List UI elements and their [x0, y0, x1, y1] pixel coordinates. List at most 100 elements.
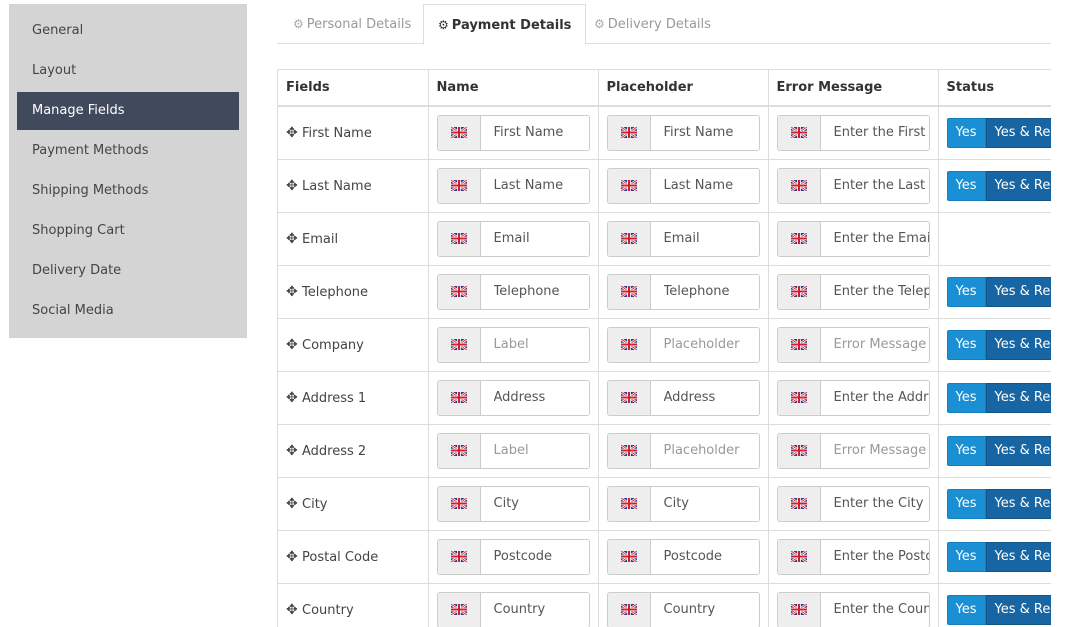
status-yes-button[interactable]: Yes	[946, 382, 986, 413]
language-addon[interactable]	[777, 433, 821, 468]
language-addon[interactable]	[607, 539, 651, 574]
language-addon[interactable]	[777, 168, 821, 203]
error-message-input[interactable]	[820, 221, 929, 256]
language-addon[interactable]	[437, 327, 481, 362]
status-yes-button[interactable]: Yes	[946, 541, 986, 572]
placeholder-input[interactable]	[650, 115, 759, 150]
status-yes-button[interactable]: Yes	[946, 488, 986, 519]
language-addon[interactable]	[777, 592, 821, 627]
placeholder-input[interactable]	[650, 221, 759, 256]
sidebar-item-layout[interactable]: Layout	[17, 52, 239, 90]
sidebar-item-shopping-cart[interactable]: Shopping Cart	[17, 212, 239, 250]
name-input[interactable]	[480, 221, 589, 256]
language-addon[interactable]	[437, 274, 481, 309]
status-required-button[interactable]: Yes & Required	[985, 382, 1051, 413]
language-addon[interactable]	[777, 486, 821, 521]
language-addon[interactable]	[777, 380, 821, 415]
language-addon[interactable]	[437, 168, 481, 203]
error-message-input[interactable]	[820, 327, 929, 362]
language-addon[interactable]	[607, 327, 651, 362]
language-addon[interactable]	[607, 274, 651, 309]
language-addon[interactable]	[777, 274, 821, 309]
language-addon[interactable]	[607, 486, 651, 521]
status-yes-button[interactable]: Yes	[946, 117, 986, 148]
move-icon[interactable]: ✥	[286, 602, 300, 618]
status-required-button[interactable]: Yes & Required	[985, 488, 1051, 519]
language-addon[interactable]	[607, 115, 651, 150]
sidebar-item-delivery-date[interactable]: Delivery Date	[17, 252, 239, 290]
sidebar-item-social-media[interactable]: Social Media	[17, 292, 239, 330]
language-addon[interactable]	[437, 486, 481, 521]
placeholder-input[interactable]	[650, 539, 759, 574]
status-required-button[interactable]: Yes & Required	[985, 276, 1051, 307]
language-addon[interactable]	[437, 539, 481, 574]
status-required-button[interactable]: Yes & Required	[985, 329, 1051, 360]
name-input[interactable]	[480, 433, 589, 468]
name-input[interactable]	[480, 168, 589, 203]
language-addon[interactable]	[437, 115, 481, 150]
language-addon[interactable]	[607, 592, 651, 627]
placeholder-input[interactable]	[650, 168, 759, 203]
language-addon[interactable]	[437, 592, 481, 627]
language-addon[interactable]	[607, 433, 651, 468]
language-addon[interactable]	[777, 327, 821, 362]
status-yes-button[interactable]: Yes	[946, 329, 986, 360]
tab-payment-details[interactable]: ⚙ Payment Details	[423, 4, 587, 45]
move-icon[interactable]: ✥	[286, 443, 300, 459]
name-input[interactable]	[480, 592, 589, 627]
status-toggle: YesYes & Required	[946, 276, 1051, 307]
move-icon[interactable]: ✥	[286, 337, 300, 353]
language-addon[interactable]	[437, 221, 481, 256]
error-message-input[interactable]	[820, 539, 929, 574]
tab-personal-details[interactable]: ⚙ Personal Details	[293, 4, 411, 44]
move-icon[interactable]: ✥	[286, 496, 300, 512]
placeholder-input[interactable]	[650, 486, 759, 521]
language-addon[interactable]	[777, 115, 821, 150]
language-addon[interactable]	[607, 168, 651, 203]
language-addon[interactable]	[777, 221, 821, 256]
placeholder-input[interactable]	[650, 380, 759, 415]
move-icon[interactable]: ✥	[286, 390, 300, 406]
language-addon[interactable]	[437, 380, 481, 415]
placeholder-input[interactable]	[650, 433, 759, 468]
status-required-button[interactable]: Yes & Required	[985, 435, 1051, 466]
language-addon[interactable]	[607, 221, 651, 256]
sidebar-item-shipping-methods[interactable]: Shipping Methods	[17, 172, 239, 210]
name-input[interactable]	[480, 486, 589, 521]
error-message-input[interactable]	[820, 592, 929, 627]
move-icon[interactable]: ✥	[286, 178, 300, 194]
status-required-button[interactable]: Yes & Required	[985, 594, 1051, 625]
tab-delivery-details[interactable]: ⚙ Delivery Details	[594, 4, 711, 44]
error-message-input[interactable]	[820, 168, 929, 203]
language-addon[interactable]	[607, 380, 651, 415]
error-message-input[interactable]	[820, 380, 929, 415]
sidebar-item-payment-methods[interactable]: Payment Methods	[17, 132, 239, 170]
status-yes-button[interactable]: Yes	[946, 170, 986, 201]
error-message-input[interactable]	[820, 274, 929, 309]
error-message-input[interactable]	[820, 115, 929, 150]
status-required-button[interactable]: Yes & Required	[985, 117, 1051, 148]
status-yes-button[interactable]: Yes	[946, 594, 986, 625]
name-input[interactable]	[480, 380, 589, 415]
name-input[interactable]	[480, 327, 589, 362]
move-icon[interactable]: ✥	[286, 231, 300, 247]
status-required-button[interactable]: Yes & Required	[985, 541, 1051, 572]
name-input[interactable]	[480, 539, 589, 574]
sidebar-item-general[interactable]: General	[17, 12, 239, 50]
error-message-input[interactable]	[820, 433, 929, 468]
move-icon[interactable]: ✥	[286, 125, 300, 141]
error-message-input[interactable]	[820, 486, 929, 521]
language-addon[interactable]	[437, 433, 481, 468]
status-yes-button[interactable]: Yes	[946, 276, 986, 307]
sidebar-item-manage-fields[interactable]: Manage Fields	[17, 92, 239, 130]
placeholder-input[interactable]	[650, 592, 759, 627]
move-icon[interactable]: ✥	[286, 549, 300, 565]
status-required-button[interactable]: Yes & Required	[985, 170, 1051, 201]
name-input[interactable]	[480, 115, 589, 150]
status-yes-button[interactable]: Yes	[946, 435, 986, 466]
name-input[interactable]	[480, 274, 589, 309]
move-icon[interactable]: ✥	[286, 284, 300, 300]
language-addon[interactable]	[777, 539, 821, 574]
placeholder-input[interactable]	[650, 274, 759, 309]
placeholder-input[interactable]	[650, 327, 759, 362]
